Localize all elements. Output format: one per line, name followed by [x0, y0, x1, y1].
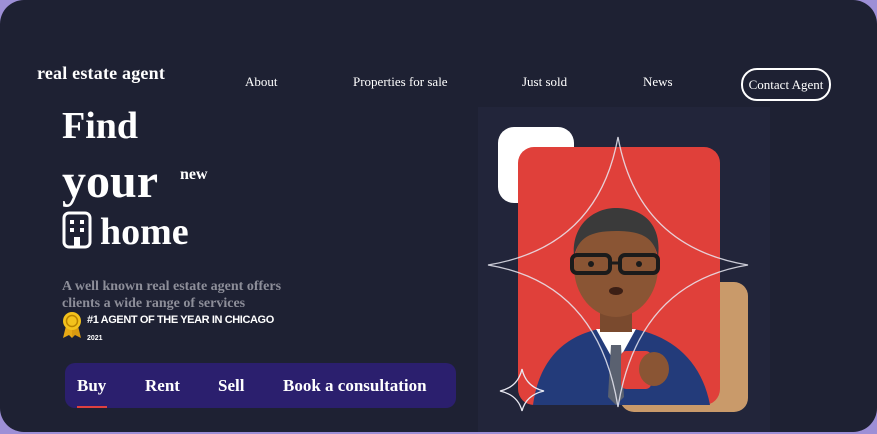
tab-rent[interactable]: Rent — [145, 376, 180, 396]
headline-your: your — [62, 155, 158, 208]
tab-book-consultation[interactable]: Book a consultation — [283, 376, 427, 396]
tab-sell[interactable]: Sell — [218, 376, 244, 396]
page: real estate agent About Properties for s… — [0, 0, 877, 432]
hero-subtitle: A well known real estate agent offers cl… — [62, 279, 282, 311]
nav-about[interactable]: About — [245, 74, 278, 90]
new-badge: new — [180, 166, 208, 183]
nav-just-sold[interactable]: Just sold — [522, 74, 567, 90]
nav-properties-for-sale[interactable]: Properties for sale — [353, 74, 448, 90]
agent-hero-illustration — [478, 107, 770, 432]
contact-agent-button[interactable]: Contact Agent — [741, 68, 831, 101]
site-logo[interactable]: real estate agent — [37, 63, 165, 84]
award-text: #1 AGENT OF THE YEAR IN CHICAGO — [87, 314, 274, 326]
award-year: 2021 — [87, 335, 103, 342]
nav-news[interactable]: News — [643, 74, 673, 90]
tab-buy[interactable]: Buy — [77, 376, 106, 396]
active-tab-indicator — [77, 406, 107, 408]
building-icon — [62, 211, 92, 249]
headline-find: Find — [62, 105, 139, 147]
search-tab-bar: Buy Rent Sell Book a consultation — [65, 363, 456, 408]
award-ribbon-icon — [63, 312, 81, 338]
headline-home: home — [100, 211, 189, 253]
